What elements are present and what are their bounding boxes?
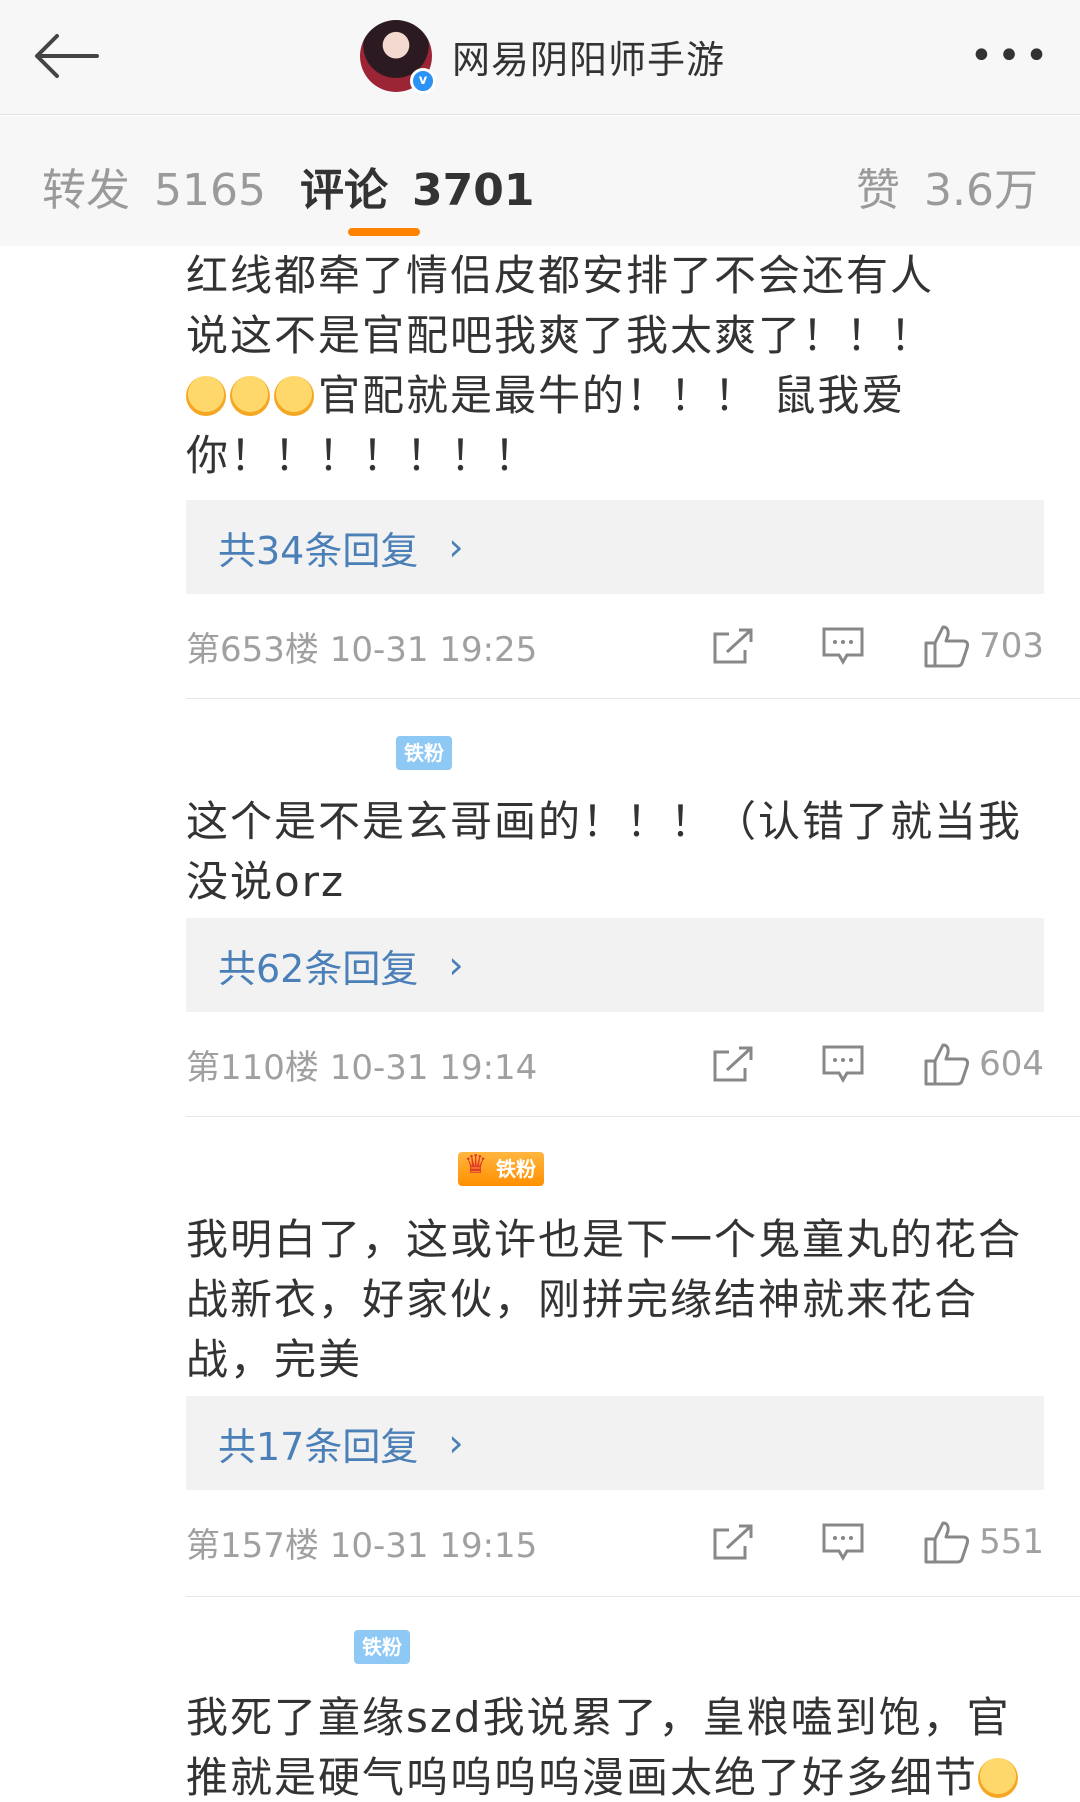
- thumbs-up-icon: [924, 1521, 970, 1564]
- comment-text-line: 战新衣，好家伙，刚拼完缘结神就来花合: [186, 1275, 979, 1324]
- avatar[interactable]: v: [360, 20, 436, 94]
- chevron-right-icon: ›: [448, 943, 464, 987]
- view-replies-button[interactable]: 共17条回复 ›: [186, 1396, 1044, 1490]
- comment-divider: [186, 698, 1080, 699]
- comment-actions: 703: [703, 616, 1044, 676]
- comment-text-line: 说这不是官配吧我爽了我太爽了！！！: [186, 311, 935, 360]
- share-icon: [713, 628, 753, 664]
- comment-icon: [822, 1523, 864, 1562]
- arrow-left-icon: [35, 34, 99, 78]
- comment-time: 19:15: [439, 1525, 538, 1566]
- comment-icon: [822, 1045, 864, 1084]
- comment-text: 我明白了，这或许也是下一个鬼童丸的花合 战新衣，好家伙，刚拼完缘结神就来花合 战…: [186, 1210, 1022, 1390]
- comment-actions: 551: [703, 1512, 1044, 1572]
- comment-text-line: 红线都牵了情侣皮都安排了不会还有人: [186, 251, 935, 300]
- tab-repost-label: 转发: [42, 165, 130, 216]
- reply-button[interactable]: [813, 1034, 873, 1094]
- like-count: 703: [979, 626, 1044, 666]
- fan-badge-gold: 铁粉: [458, 1148, 544, 1186]
- comment-divider: [186, 1596, 1080, 1597]
- comment-text-line: 这个是不是玄哥画的！！！（认错了就当我: [186, 797, 1023, 846]
- reply-button[interactable]: [813, 1512, 873, 1572]
- comment-text-line: 推就是硬气呜呜呜呜漫画太绝了好多细节: [186, 1753, 979, 1802]
- floor-number: 第110楼: [186, 1047, 319, 1088]
- comment-time: 19:14: [439, 1047, 538, 1088]
- share-button[interactable]: [703, 1512, 763, 1572]
- comment-actions: 604: [703, 1034, 1044, 1094]
- tab-comment-count: 3701: [412, 165, 535, 216]
- tab-repost-count: 5165: [154, 165, 266, 216]
- view-replies-button[interactable]: 共34条回复 ›: [186, 500, 1044, 594]
- comment-text-line: 我明白了，这或许也是下一个鬼童丸的花合: [186, 1215, 1023, 1264]
- share-icon: [713, 1524, 753, 1560]
- thumbs-up-icon: [924, 625, 970, 668]
- comment-info: 第110楼 10-31 19:14: [186, 1040, 537, 1089]
- comment-meta: 第110楼 10-31 19:14 604: [186, 1034, 1044, 1094]
- replies-count-text: 共62条回复: [218, 946, 419, 991]
- sad-emoji-icon: [978, 1758, 1019, 1798]
- tab-repost[interactable]: 转发 5165: [42, 154, 266, 218]
- comment-meta: 第653楼 10-31 19:25 703: [186, 616, 1044, 676]
- grin-emoji-icon: [230, 376, 270, 416]
- replies-count-text: 共17条回复: [218, 1424, 419, 1469]
- comment-text-line: 你！！！！！！！: [186, 431, 539, 480]
- chevron-right-icon: ›: [448, 525, 464, 569]
- like-button[interactable]: 551: [923, 1519, 1044, 1565]
- comment-info: 第157楼 10-31 19:15: [186, 1518, 537, 1567]
- comment-text-line: 我死了童缘szd我说累了，皇粮嗑到饱，官: [186, 1693, 1011, 1742]
- tab-like-count: 3.6万: [924, 165, 1038, 216]
- floor-number: 第653楼: [186, 629, 319, 670]
- comment-date: 10-31: [329, 629, 429, 670]
- comment-text: 这个是不是玄哥画的！！！（认错了就当我 没说orz: [186, 792, 1022, 912]
- floor-number: 第157楼: [186, 1525, 319, 1566]
- like-button[interactable]: 703: [923, 623, 1044, 669]
- comment-date: 10-31: [329, 1525, 429, 1566]
- comment-list[interactable]: 红线都牵了情侣皮都安排了不会还有人 说这不是官配吧我爽了我太爽了！！！ 官配就是…: [0, 246, 1080, 1802]
- like-count: 604: [979, 1044, 1044, 1084]
- comment-time: 19:25: [439, 629, 538, 670]
- grin-emoji-icon: [186, 376, 226, 416]
- comment-text-line: 官配就是最牛的！！！ 鼠我爱: [318, 371, 906, 420]
- comment-meta: 第157楼 10-31 19:15 551: [186, 1512, 1044, 1572]
- tab-bar: 转发 5165 评论 3701 赞 3.6万: [0, 116, 1080, 246]
- comment-item: 红线都牵了情侣皮都安排了不会还有人 说这不是官配吧我爽了我太爽了！！！ 官配就是…: [186, 246, 1044, 670]
- tab-like-label: 赞: [856, 165, 901, 216]
- share-button[interactable]: [703, 1034, 763, 1094]
- thumbs-up-icon: [924, 1043, 970, 1086]
- reply-button[interactable]: [813, 616, 873, 676]
- tab-comment-label: 评论: [300, 165, 388, 216]
- back-button[interactable]: [26, 16, 106, 96]
- comment-text-line: 没说orz: [186, 857, 346, 906]
- view-replies-button[interactable]: 共62条回复 ›: [186, 918, 1044, 1012]
- tab-like[interactable]: 赞 3.6万: [856, 154, 1038, 218]
- comment-info: 第653楼 10-31 19:25: [186, 622, 537, 671]
- replies-count-text: 共34条回复: [218, 528, 419, 573]
- fan-badge: 铁粉: [354, 1630, 410, 1664]
- top-nav-bar: v 网易阴阳师手游 •••: [0, 0, 1080, 115]
- account-name: 网易阴阳师手游: [452, 37, 726, 82]
- verified-badge-icon: v: [410, 68, 436, 94]
- like-button[interactable]: 604: [923, 1041, 1044, 1087]
- share-icon: [713, 1046, 753, 1082]
- chevron-right-icon: ›: [448, 1421, 464, 1465]
- more-dots-icon: •••: [969, 33, 1053, 79]
- tab-comment[interactable]: 评论 3701: [300, 154, 534, 218]
- fan-badge: 铁粉: [396, 736, 452, 770]
- comment-text: 我死了童缘szd我说累了，皇粮嗑到饱，官 推就是硬气呜呜呜呜漫画太绝了好多细节: [186, 1688, 1022, 1802]
- comment-icon: [822, 627, 864, 666]
- more-options-button[interactable]: •••: [966, 26, 1056, 86]
- comment-text-line: 战，完美: [186, 1335, 363, 1384]
- account-title[interactable]: v 网易阴阳师手游: [360, 14, 725, 98]
- share-button[interactable]: [703, 616, 763, 676]
- like-count: 551: [979, 1522, 1044, 1562]
- grin-emoji-icon: [274, 376, 314, 416]
- comment-date: 10-31: [329, 1047, 429, 1088]
- comment-divider: [186, 1116, 1080, 1117]
- comment-text: 红线都牵了情侣皮都安排了不会还有人 说这不是官配吧我爽了我太爽了！！！ 官配就是…: [186, 246, 1044, 486]
- active-tab-indicator: [348, 228, 420, 236]
